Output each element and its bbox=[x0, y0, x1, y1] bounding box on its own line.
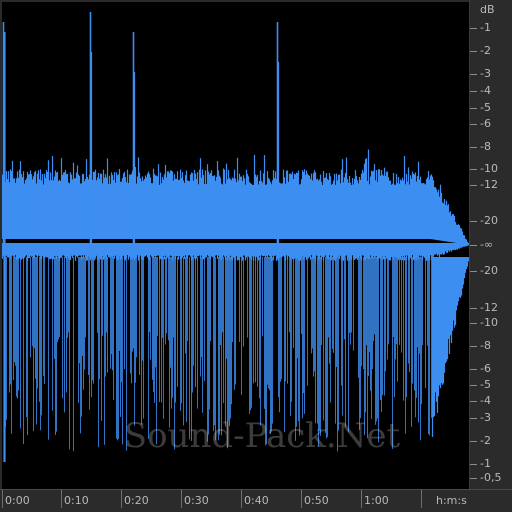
time-tick bbox=[301, 490, 302, 508]
time-label: 0:50 bbox=[304, 494, 329, 507]
time-label: 0:00 bbox=[5, 494, 30, 507]
db-tick bbox=[470, 185, 477, 186]
waveform-view[interactable]: Sound-Pack.Net bbox=[2, 2, 469, 489]
time-tick bbox=[61, 490, 62, 508]
db-tick bbox=[470, 221, 477, 222]
db-label: -5 bbox=[480, 378, 491, 391]
db-label: -2 bbox=[480, 434, 491, 447]
db-tick bbox=[470, 28, 477, 29]
db-tick bbox=[470, 401, 477, 402]
db-tick bbox=[470, 478, 477, 479]
db-tick bbox=[470, 385, 477, 386]
waveform-upper-channel bbox=[2, 149, 469, 245]
db-tick bbox=[470, 308, 477, 309]
db-label: -20 bbox=[480, 214, 498, 227]
db-tick bbox=[470, 147, 477, 148]
db-label: -10 bbox=[480, 316, 498, 329]
db-tick bbox=[470, 369, 477, 370]
db-tick bbox=[470, 271, 477, 272]
db-label: -4 bbox=[480, 84, 491, 97]
db-label: -12 bbox=[480, 301, 498, 314]
waveform bbox=[2, 12, 469, 462]
db-label-center: -∞ bbox=[480, 238, 494, 251]
db-tick bbox=[470, 245, 477, 246]
time-ruler[interactable]: 0:00 0:10 0:20 0:30 0:40 0:50 1:00 h:m:s bbox=[0, 489, 512, 512]
db-label: -12 bbox=[480, 178, 498, 191]
db-label: -8 bbox=[480, 140, 491, 153]
db-tick bbox=[470, 51, 477, 52]
db-label: -4 bbox=[480, 394, 491, 407]
db-tick bbox=[470, 74, 477, 75]
time-tick bbox=[2, 490, 3, 508]
db-label: -6 bbox=[480, 362, 491, 375]
time-tick bbox=[421, 490, 422, 508]
db-tick bbox=[470, 346, 477, 347]
db-tick bbox=[470, 464, 477, 465]
db-label: -5 bbox=[480, 101, 491, 114]
db-tick bbox=[470, 108, 477, 109]
db-label: -10 bbox=[480, 162, 498, 175]
time-tick bbox=[361, 490, 362, 508]
db-label: -3 bbox=[480, 411, 491, 424]
db-ruler: dB -1 -2 -3 -4 -5 -6 -8 -10 -12 -20 -∞ -… bbox=[469, 0, 512, 489]
db-label: -1 bbox=[480, 21, 491, 34]
db-label: -0,5 bbox=[480, 471, 502, 484]
db-tick bbox=[470, 418, 477, 419]
audio-editor: Sound-Pack.Net dB -1 -2 -3 -4 -5 -6 -8 -… bbox=[0, 0, 512, 512]
time-label: 0:30 bbox=[184, 494, 209, 507]
db-unit-label: dB bbox=[480, 3, 495, 16]
db-tick bbox=[470, 441, 477, 442]
db-tick bbox=[470, 169, 477, 170]
db-label: -20 bbox=[480, 264, 498, 277]
waveform-lower-channel bbox=[2, 243, 469, 452]
db-label: -2 bbox=[480, 44, 491, 57]
time-label: 0:20 bbox=[124, 494, 149, 507]
db-label: -8 bbox=[480, 339, 491, 352]
time-tick bbox=[121, 490, 122, 508]
time-label: 1:00 bbox=[364, 494, 389, 507]
time-label: 0:10 bbox=[64, 494, 89, 507]
db-tick bbox=[470, 91, 477, 92]
db-tick bbox=[470, 323, 477, 324]
time-unit-label: h:m:s bbox=[436, 494, 467, 507]
time-tick bbox=[181, 490, 182, 508]
db-label: -6 bbox=[480, 117, 491, 130]
time-label: 0:40 bbox=[244, 494, 269, 507]
db-tick bbox=[470, 124, 477, 125]
time-tick bbox=[241, 490, 242, 508]
db-label: -1 bbox=[480, 457, 491, 470]
db-label: -3 bbox=[480, 67, 491, 80]
